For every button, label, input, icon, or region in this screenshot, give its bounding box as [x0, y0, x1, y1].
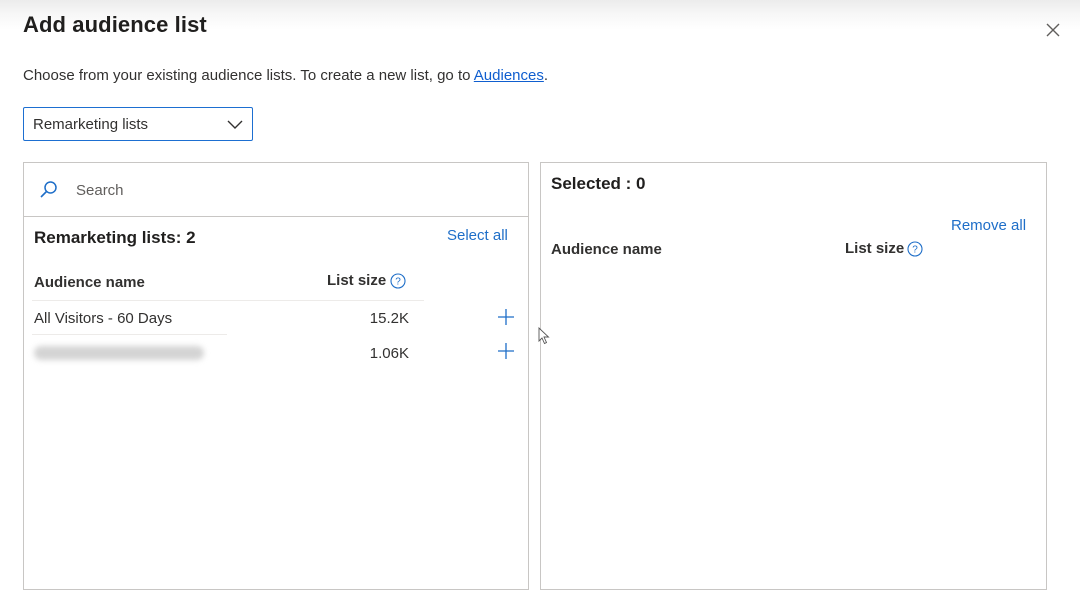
chevron-down-icon	[227, 120, 243, 129]
column-header-audience-name: Audience name	[551, 241, 662, 258]
audience-name-cell: All Visitors - 60 Days	[34, 310, 173, 327]
column-header-audience-name: Audience name	[34, 274, 145, 291]
help-icon[interactable]: ?	[390, 273, 406, 289]
list-type-dropdown[interactable]: Remarketing lists	[23, 107, 253, 141]
description-text: Choose from your existing audience lists…	[23, 67, 474, 84]
blurred-audience-name	[34, 346, 204, 360]
available-lists-panel: Remarketing lists: 2 Select all Audience…	[23, 162, 529, 590]
select-all-button[interactable]: Select all	[447, 227, 508, 244]
row-divider	[32, 334, 227, 335]
plus-icon[interactable]	[496, 307, 516, 327]
selected-count: Selected : 0	[551, 174, 646, 193]
dropdown-selected-value: Remarketing lists	[33, 115, 149, 133]
list-size-cell: 1.06K	[369, 345, 409, 362]
remarketing-lists-count: Remarketing lists: 2	[34, 228, 196, 247]
svg-text:?: ?	[395, 277, 401, 288]
search-box	[24, 163, 528, 217]
column-header-list-size: List size	[327, 272, 387, 289]
column-header-list-size: List size	[845, 240, 905, 257]
svg-text:?: ?	[912, 245, 918, 256]
close-button[interactable]	[1042, 19, 1064, 41]
row-divider	[32, 300, 424, 301]
search-input[interactable]	[76, 177, 506, 203]
search-icon	[40, 181, 57, 198]
plus-icon[interactable]	[496, 341, 516, 361]
help-icon[interactable]: ?	[907, 241, 923, 257]
remove-all-button[interactable]: Remove all	[951, 217, 1026, 234]
dialog-description: Choose from your existing audience lists…	[23, 67, 548, 84]
description-suffix: .	[543, 67, 549, 84]
selected-lists-panel: Selected : 0 Remove all Audience name Li…	[540, 162, 1047, 590]
list-size-cell: 15.2K	[369, 310, 409, 327]
cursor-icon	[538, 327, 550, 345]
audiences-link[interactable]: Audiences	[474, 67, 544, 84]
dialog-title: Add audience list	[23, 12, 207, 37]
close-icon	[1046, 23, 1060, 37]
add-audience-list-dialog: Add audience list Choose from your exist…	[0, 0, 1080, 607]
